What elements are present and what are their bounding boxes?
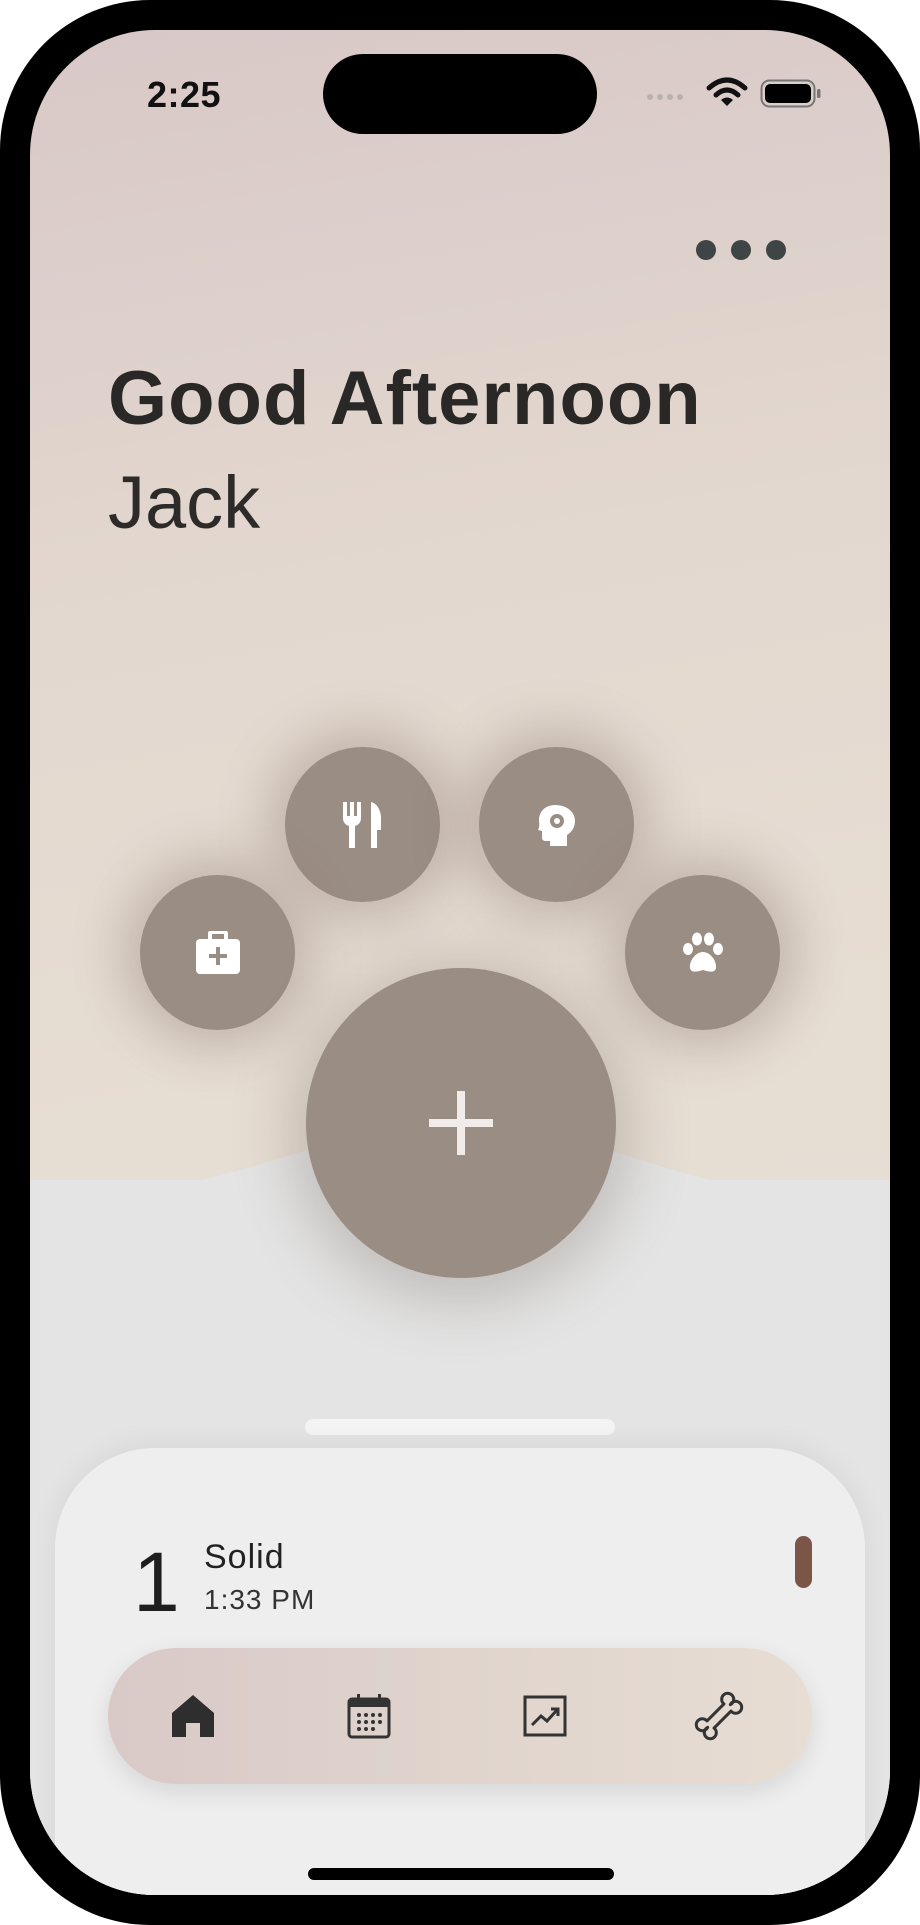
user-name: Jack: [108, 461, 261, 544]
home-indicator[interactable]: [308, 1868, 614, 1880]
fork-knife-icon: [342, 801, 381, 848]
home-icon: [172, 1695, 214, 1737]
ellipsis-dot: [696, 240, 716, 260]
add-food-button[interactable]: [285, 747, 440, 902]
add-mind-button[interactable]: [479, 747, 634, 902]
tab-calendar[interactable]: [336, 1683, 402, 1749]
tab-home[interactable]: [160, 1683, 226, 1749]
status-icons: [647, 76, 847, 116]
tab-bone[interactable]: [686, 1683, 752, 1749]
ellipsis-dot: [766, 240, 786, 260]
chart-icon: [523, 1695, 567, 1737]
tab-bar: [108, 1648, 812, 1784]
more-options-button[interactable]: [696, 230, 786, 270]
first-aid-kit-icon: [195, 930, 240, 974]
add-medical-button[interactable]: [140, 875, 295, 1030]
phone-frame: 2:25 Good Afternoon Jack 1 Solid 1:33 PM: [0, 0, 920, 1925]
ellipsis-dot: [731, 240, 751, 260]
wifi-icon: [706, 77, 748, 106]
head-gear-icon: [537, 804, 575, 846]
app-screen: 2:25 Good Afternoon Jack 1 Solid 1:33 PM: [30, 30, 890, 1895]
status-time: 2:25: [147, 74, 222, 115]
add-entry-button[interactable]: [306, 968, 616, 1278]
entry-count: 1: [133, 1535, 180, 1629]
plus-icon: [429, 1091, 493, 1155]
entry-time: 1:33 PM: [204, 1584, 316, 1615]
tab-stats[interactable]: [512, 1683, 578, 1749]
entry-type: Solid: [204, 1538, 285, 1576]
calendar-icon: [347, 1694, 391, 1739]
battery-icon: [760, 79, 821, 108]
bone-icon: [694, 1691, 744, 1741]
greeting-title: Good Afternoon: [108, 356, 702, 441]
dynamic-island: [323, 54, 597, 134]
add-pet-button[interactable]: [625, 875, 780, 1030]
cellular-signal-icon: [647, 94, 683, 100]
bottom-sheet: 1 Solid 1:33 PM: [55, 1448, 865, 1895]
sheet-grabber[interactable]: [305, 1419, 615, 1435]
entry-color-marker: [795, 1536, 812, 1588]
paw-icon: [682, 932, 723, 972]
